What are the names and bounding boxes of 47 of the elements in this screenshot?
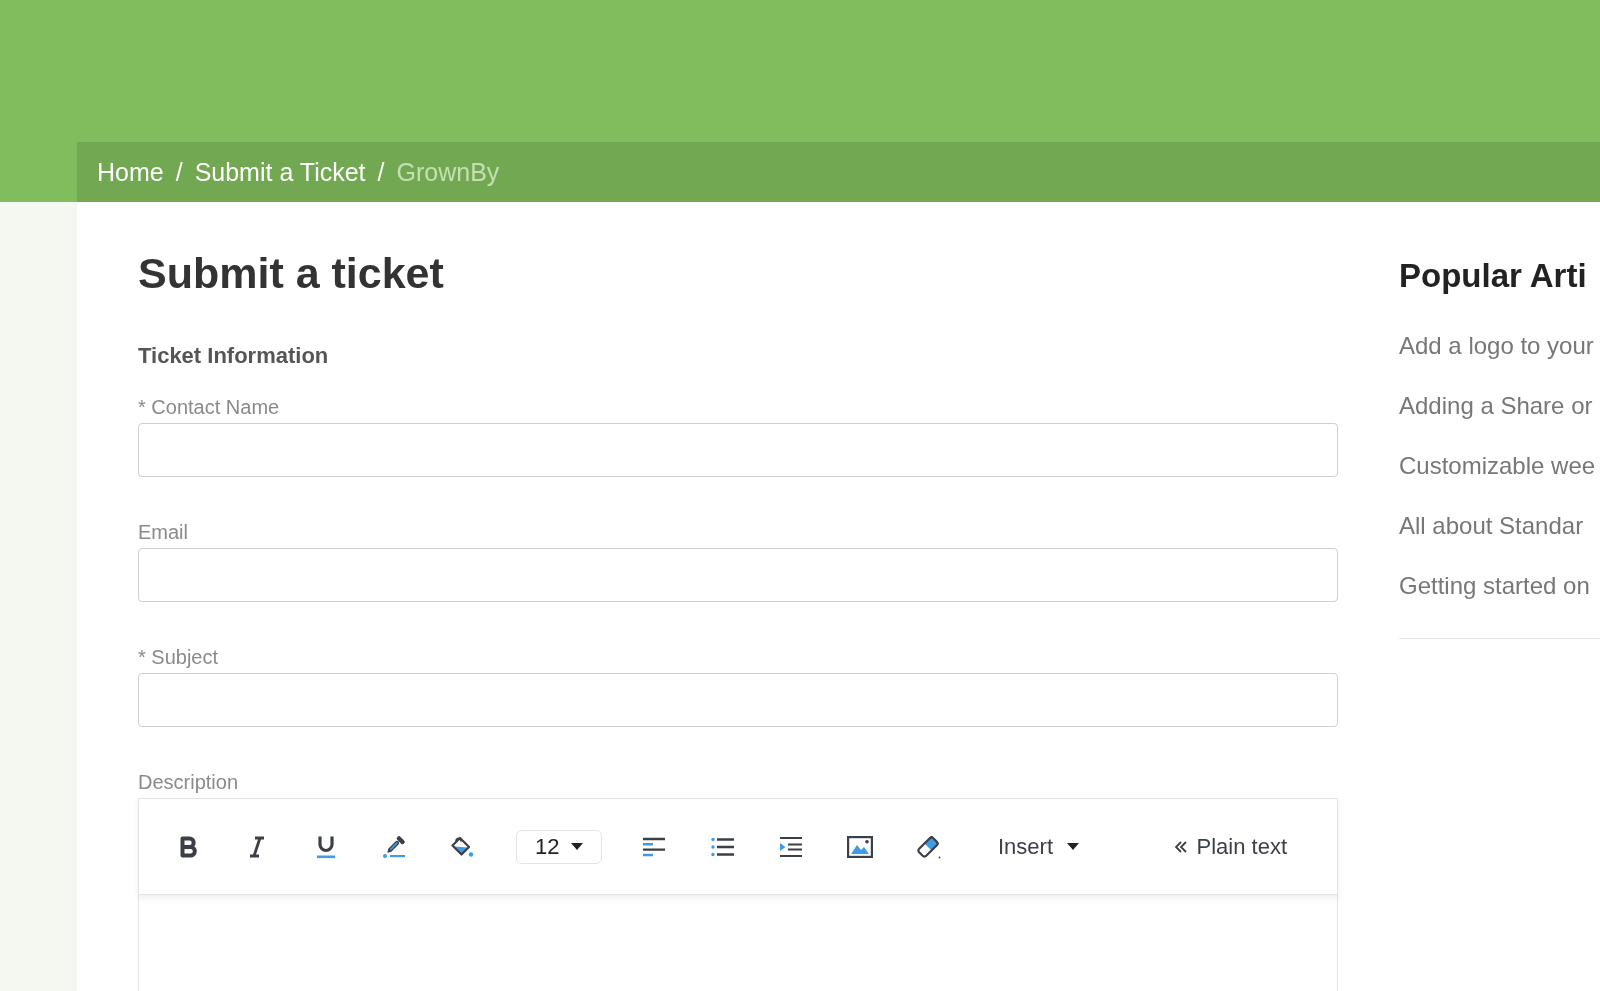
italic-icon bbox=[249, 835, 265, 858]
breadcrumb-separator: / bbox=[377, 157, 385, 187]
italic-button[interactable] bbox=[249, 835, 265, 858]
underline-button[interactable] bbox=[316, 834, 336, 859]
editor-field[interactable] bbox=[138, 895, 1338, 991]
double-chevron-left-icon bbox=[1174, 840, 1187, 853]
article-link[interactable]: Add a logo to your bbox=[1399, 331, 1594, 360]
breadcrumb-current: GrownBy bbox=[396, 157, 500, 187]
caret-icon bbox=[571, 843, 583, 850]
align-button[interactable] bbox=[642, 836, 666, 857]
font-size-dropdown[interactable]: 12 bbox=[516, 829, 602, 864]
field-label: * Subject bbox=[138, 645, 219, 669]
fill-color-button[interactable] bbox=[450, 834, 474, 859]
paint-bucket-icon bbox=[450, 834, 474, 859]
breadcrumb-link[interactable]: Submit a Ticket bbox=[194, 157, 366, 187]
field-label: Description bbox=[138, 770, 239, 794]
caret-icon bbox=[1067, 843, 1080, 850]
list-button[interactable] bbox=[711, 836, 735, 857]
eraser-icon bbox=[915, 834, 941, 859]
plain-text-button[interactable]: Plain text bbox=[1174, 833, 1287, 860]
input-field[interactable] bbox=[138, 673, 1338, 727]
clear-format-button[interactable] bbox=[915, 834, 941, 859]
sidebar-heading: Popular Arti bbox=[1399, 256, 1587, 296]
article-link[interactable]: Adding a Share or bbox=[1399, 391, 1593, 420]
field-label: * Contact Name bbox=[138, 395, 280, 419]
breadcrumb-separator: / bbox=[175, 157, 183, 187]
page-title: Submit a ticket bbox=[138, 248, 444, 298]
article-link[interactable]: Customizable wee bbox=[1399, 451, 1596, 480]
eyedropper-icon bbox=[382, 834, 406, 859]
field-label: Email bbox=[138, 520, 188, 544]
bold-button[interactable] bbox=[180, 835, 198, 858]
bold-icon bbox=[180, 835, 198, 858]
image-button[interactable] bbox=[847, 835, 873, 858]
text-color-button[interactable] bbox=[382, 834, 406, 859]
image-icon bbox=[847, 835, 873, 858]
bullet-list-icon bbox=[711, 836, 735, 857]
indent-button[interactable] bbox=[779, 835, 803, 858]
article-link[interactable]: Getting started on bbox=[1399, 571, 1590, 600]
underline-icon bbox=[316, 834, 336, 859]
align-left-icon bbox=[642, 836, 666, 857]
breadcrumb-link[interactable]: Home bbox=[97, 157, 164, 187]
input-field[interactable] bbox=[138, 548, 1338, 602]
indent-icon bbox=[779, 835, 803, 858]
input-field[interactable] bbox=[138, 423, 1338, 477]
insert-dropdown-button[interactable]: Insert bbox=[998, 833, 1080, 860]
section-title: Ticket Information bbox=[138, 343, 329, 369]
article-link[interactable]: All about Standar bbox=[1399, 511, 1584, 540]
